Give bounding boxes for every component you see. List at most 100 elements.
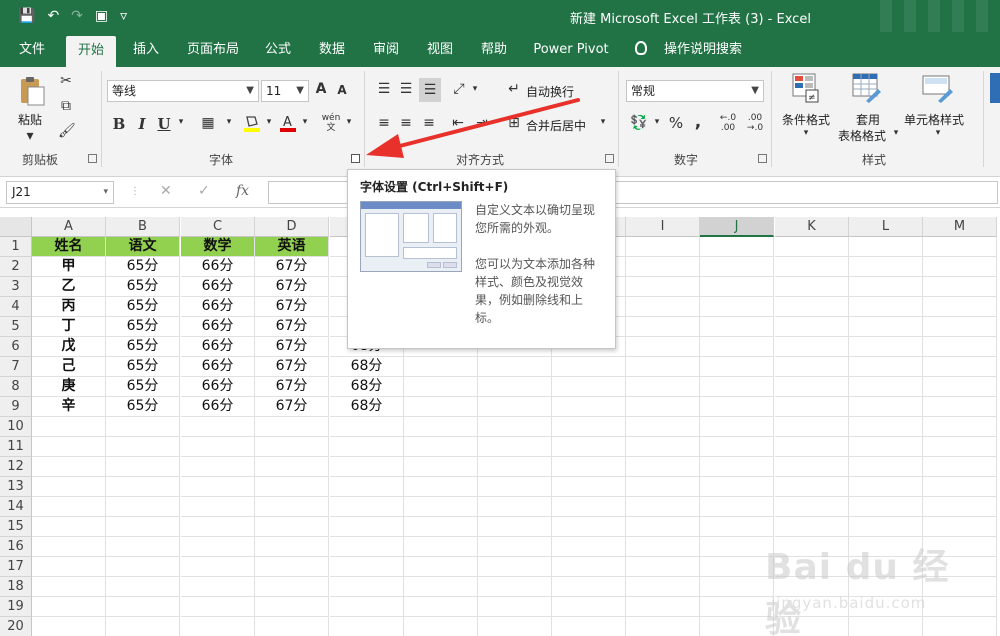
- cell-i19[interactable]: [626, 597, 700, 617]
- cell-c8[interactable]: 66分: [181, 377, 255, 397]
- column-header-l[interactable]: L: [849, 217, 923, 237]
- cell-k1[interactable]: [775, 237, 849, 257]
- cell-e7[interactable]: 68分: [330, 357, 404, 377]
- cell-j18[interactable]: [700, 577, 774, 597]
- cell-m4[interactable]: [923, 297, 997, 317]
- cell-c9[interactable]: 66分: [181, 397, 255, 417]
- cell-k3[interactable]: [775, 277, 849, 297]
- row-header-14[interactable]: 14: [0, 497, 32, 517]
- tab-help[interactable]: 帮助: [472, 32, 516, 67]
- chevron-down-icon[interactable]: ▾: [176, 117, 186, 127]
- row-header-13[interactable]: 13: [0, 477, 32, 497]
- decrease-decimal-icon[interactable]: .00 →.0: [743, 113, 767, 133]
- cell-i4[interactable]: [626, 297, 700, 317]
- row-header-1[interactable]: 1: [0, 237, 32, 257]
- cell-d4[interactable]: 67分: [255, 297, 329, 317]
- cell-b13[interactable]: [106, 477, 180, 497]
- cell-b16[interactable]: [106, 537, 180, 557]
- cell-i1[interactable]: [626, 237, 700, 257]
- cell-f8[interactable]: [404, 377, 478, 397]
- cell-j5[interactable]: [700, 317, 774, 337]
- cell-h7[interactable]: [552, 357, 626, 377]
- cell-m12[interactable]: [923, 457, 997, 477]
- cell-d17[interactable]: [255, 557, 329, 577]
- font-size-combo[interactable]: 11 ▼: [261, 80, 309, 102]
- cell-b12[interactable]: [106, 457, 180, 477]
- cell-h20[interactable]: [552, 617, 626, 636]
- cell-styles-icon[interactable]: [922, 73, 954, 103]
- cell-h19[interactable]: [552, 597, 626, 617]
- cell-m7[interactable]: [923, 357, 997, 377]
- cell-c3[interactable]: 66分: [181, 277, 255, 297]
- conditional-formatting-button[interactable]: 条件格式: [782, 111, 830, 128]
- cell-b20[interactable]: [106, 617, 180, 636]
- cell-d15[interactable]: [255, 517, 329, 537]
- cell-i7[interactable]: [626, 357, 700, 377]
- tab-formulas[interactable]: 公式: [258, 32, 298, 67]
- cell-g20[interactable]: [478, 617, 552, 636]
- cell-j1[interactable]: [700, 237, 774, 257]
- cell-l5[interactable]: [849, 317, 923, 337]
- row-header-18[interactable]: 18: [0, 577, 32, 597]
- phonetic-guide-icon[interactable]: wén 文: [320, 113, 342, 133]
- font-name-combo[interactable]: 等线 ▼: [107, 80, 259, 102]
- cell-k9[interactable]: [775, 397, 849, 417]
- align-center-icon[interactable]: ≡: [398, 115, 414, 131]
- row-header-17[interactable]: 17: [0, 557, 32, 577]
- cell-e13[interactable]: [330, 477, 404, 497]
- underline-button[interactable]: U: [157, 115, 171, 133]
- cell-h10[interactable]: [552, 417, 626, 437]
- cell-e11[interactable]: [330, 437, 404, 457]
- alignment-launcher-icon[interactable]: [605, 154, 614, 163]
- cell-a20[interactable]: [32, 617, 106, 636]
- chevron-down-icon[interactable]: ▾: [598, 117, 608, 127]
- cell-b4[interactable]: 65分: [106, 297, 180, 317]
- cell-a18[interactable]: [32, 577, 106, 597]
- cell-c7[interactable]: 66分: [181, 357, 255, 377]
- cell-e19[interactable]: [330, 597, 404, 617]
- cell-i17[interactable]: [626, 557, 700, 577]
- row-header-2[interactable]: 2: [0, 257, 32, 277]
- cell-j2[interactable]: [700, 257, 774, 277]
- cell-i20[interactable]: [626, 617, 700, 636]
- select-all-corner[interactable]: [0, 217, 32, 237]
- cell-f18[interactable]: [404, 577, 478, 597]
- cell-h15[interactable]: [552, 517, 626, 537]
- cell-b7[interactable]: 65分: [106, 357, 180, 377]
- chevron-down-icon[interactable]: ▾: [300, 117, 310, 127]
- borders-icon[interactable]: ▦: [200, 115, 216, 131]
- cell-m8[interactable]: [923, 377, 997, 397]
- format-as-table-icon[interactable]: [852, 73, 882, 103]
- wrap-text-icon[interactable]: ↵: [506, 81, 522, 97]
- cell-j9[interactable]: [700, 397, 774, 417]
- customize-qat-icon[interactable]: ▿: [120, 8, 127, 24]
- cell-f14[interactable]: [404, 497, 478, 517]
- cell-c11[interactable]: [181, 437, 255, 457]
- cell-a8[interactable]: 庚: [32, 377, 106, 397]
- cell-b18[interactable]: [106, 577, 180, 597]
- clipboard-launcher-icon[interactable]: [88, 154, 97, 163]
- cell-j16[interactable]: [700, 537, 774, 557]
- cell-e17[interactable]: [330, 557, 404, 577]
- row-header-20[interactable]: 20: [0, 617, 32, 636]
- cell-a3[interactable]: 乙: [32, 277, 106, 297]
- cell-g13[interactable]: [478, 477, 552, 497]
- cell-i2[interactable]: [626, 257, 700, 277]
- cell-c17[interactable]: [181, 557, 255, 577]
- cell-c10[interactable]: [181, 417, 255, 437]
- merge-center-icon[interactable]: ⊞: [506, 115, 522, 131]
- cell-j11[interactable]: [700, 437, 774, 457]
- insert-function-icon[interactable]: fx: [236, 183, 249, 199]
- cell-g8[interactable]: [478, 377, 552, 397]
- cell-e15[interactable]: [330, 517, 404, 537]
- cell-f15[interactable]: [404, 517, 478, 537]
- cell-l9[interactable]: [849, 397, 923, 417]
- cell-k12[interactable]: [775, 457, 849, 477]
- cell-b6[interactable]: 65分: [106, 337, 180, 357]
- cell-i13[interactable]: [626, 477, 700, 497]
- cell-c18[interactable]: [181, 577, 255, 597]
- cell-styles-button[interactable]: 单元格样式: [904, 111, 964, 128]
- cell-b14[interactable]: [106, 497, 180, 517]
- cell-f12[interactable]: [404, 457, 478, 477]
- cell-e9[interactable]: 68分: [330, 397, 404, 417]
